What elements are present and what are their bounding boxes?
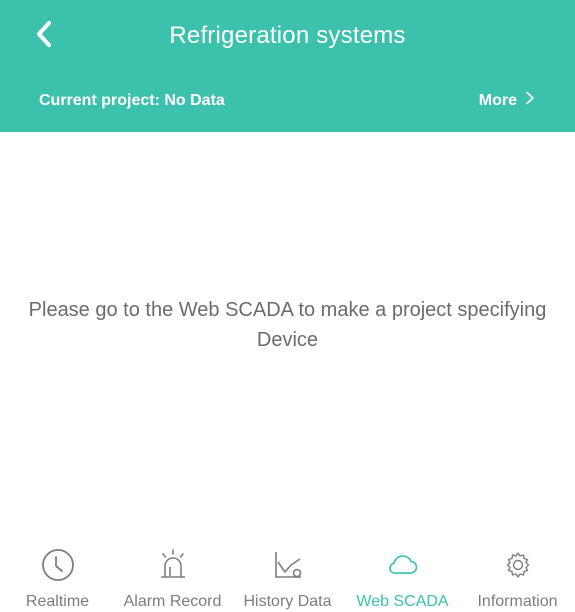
more-label: More	[478, 92, 517, 109]
tab-label: Information	[477, 593, 558, 610]
main-content: Please go to the Web SCADA to make a pro…	[0, 132, 575, 544]
tab-history-data[interactable]: History Data	[230, 544, 345, 612]
more-button[interactable]: More	[479, 86, 535, 116]
tab-alarm-record[interactable]: Alarm Record	[115, 544, 230, 612]
gear-icon	[501, 548, 535, 582]
bottom-tab-bar: Realtime Alarm Record History Data Web S…	[0, 544, 575, 612]
chevron-right-icon	[525, 86, 535, 116]
page-title: Refrigeration systems	[169, 22, 406, 49]
clock-icon	[41, 548, 75, 582]
tab-web-scada[interactable]: Web SCADA	[345, 544, 460, 612]
tab-realtime[interactable]: Realtime	[0, 544, 115, 612]
tab-label: Realtime	[25, 593, 90, 610]
tab-label: Alarm Record	[123, 593, 222, 610]
alarm-siren-icon	[156, 548, 190, 582]
tab-information[interactable]: Information	[460, 544, 575, 612]
tab-label: History Data	[243, 593, 332, 610]
current-project-label: Current project: No Data	[39, 92, 225, 109]
app-screen: Refrigeration systems Current project: N…	[0, 0, 575, 612]
header-bar: Refrigeration systems Current project: N…	[0, 0, 575, 132]
line-chart-icon	[271, 548, 305, 582]
project-row: Current project: No Data More	[0, 86, 575, 116]
empty-state-message: Please go to the Web SCADA to make a pro…	[28, 299, 547, 351]
tab-label: Web SCADA	[356, 593, 449, 610]
cloud-icon	[386, 548, 420, 582]
